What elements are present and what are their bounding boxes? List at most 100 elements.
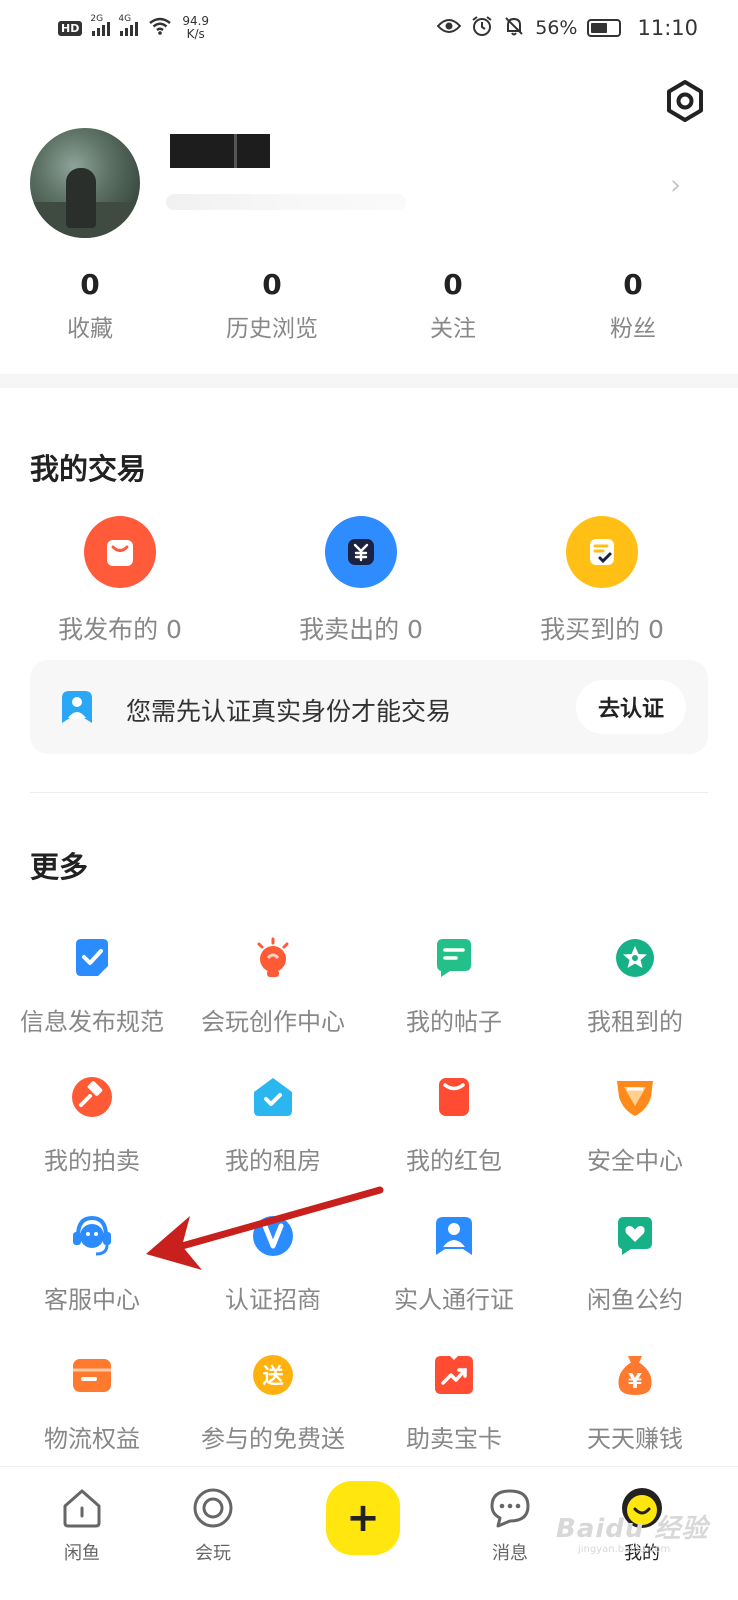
watermark: Baidu 经验 [556, 1514, 709, 1544]
stat-value: 0 [623, 268, 643, 301]
more-item-label: 实人通行证 [394, 1286, 514, 1314]
svg-text:送: 送 [263, 1364, 285, 1388]
stat-value: 0 [80, 268, 100, 301]
tab-messages[interactable]: 消息 [460, 1485, 560, 1565]
stat-label: 收藏 [67, 316, 113, 342]
section-separator [0, 374, 738, 388]
stat-value: 0 [443, 268, 463, 301]
more-item-convention[interactable]: 闲鱼公约 [543, 1212, 727, 1315]
heart-doc-icon [611, 1212, 659, 1260]
more-item-free-giveaway[interactable]: 送 参与的免费送 [181, 1351, 365, 1454]
box-icon [68, 1351, 116, 1399]
stat-label: 历史浏览 [226, 316, 318, 342]
settings-button[interactable] [662, 80, 708, 126]
house-icon [249, 1073, 297, 1121]
trade-bought[interactable]: 我买到的 0 [482, 516, 722, 646]
hd-badge: HD [58, 20, 83, 36]
chevron-right-icon[interactable]: › [670, 168, 681, 201]
more-item-security-center[interactable]: 安全中心 [543, 1073, 727, 1176]
more-item-my-posts[interactable]: 我的帖子 [362, 934, 546, 1037]
redacted-subtitle [166, 194, 406, 210]
stat-fans[interactable]: 0 粉丝 [553, 268, 713, 343]
stat-following[interactable]: 0 关注 [373, 268, 533, 343]
network-speed: 94.9 K/s [182, 14, 210, 41]
trade-published[interactable]: 我发布的 0 [0, 516, 240, 646]
status-bar: HD 2G 4G 94.9 K/s 56% 11:10 [0, 0, 738, 56]
trend-card-icon [430, 1351, 478, 1399]
tab-label: 闲鱼 [64, 1543, 100, 1564]
battery-icon [587, 19, 622, 37]
receipt-icon [566, 516, 638, 588]
divider [30, 792, 708, 793]
money-bag-icon: ¥ [611, 1351, 659, 1399]
tab-home[interactable]: 闲鱼 [32, 1485, 132, 1565]
more-item-real-person-pass[interactable]: 实人通行证 [362, 1212, 546, 1315]
tab-label: 会玩 [195, 1543, 231, 1564]
yuan-icon [325, 516, 397, 588]
more-item-label: 认证招商 [225, 1286, 321, 1314]
svg-text:¥: ¥ [628, 1369, 642, 1393]
publish-button[interactable]: + [326, 1481, 400, 1555]
more-item-label: 我的红包 [406, 1147, 502, 1175]
more-item-label: 信息发布规范 [20, 1008, 164, 1036]
person-pass-icon [430, 1212, 478, 1260]
more-item-logistics[interactable]: 物流权益 [0, 1351, 184, 1454]
eye-icon [436, 17, 462, 40]
stat-label: 粉丝 [610, 316, 656, 342]
status-left: HD 2G 4G 94.9 K/s [58, 14, 210, 41]
trade-label: 我发布的 0 [58, 615, 182, 644]
star-badge-icon [611, 934, 659, 982]
gavel-icon [68, 1073, 116, 1121]
stat-label: 关注 [430, 316, 476, 342]
more-item-label: 闲鱼公约 [587, 1286, 683, 1314]
watermark-url: jingyan.baidu.com [578, 1544, 671, 1555]
red-envelope-icon [430, 1073, 478, 1121]
more-item-rental-house[interactable]: 我的租房 [181, 1073, 365, 1176]
more-item-label: 我租到的 [587, 1008, 683, 1036]
stat-favorites[interactable]: 0 收藏 [10, 268, 170, 343]
target-icon [190, 1485, 236, 1531]
clock: 11:10 [637, 16, 698, 40]
trade-label: 我买到的 0 [540, 615, 664, 644]
more-item-auction[interactable]: 我的拍卖 [0, 1073, 184, 1176]
trade-section-title: 我的交易 [30, 452, 147, 486]
hexagon-gear-icon [663, 79, 707, 127]
alarm-icon [471, 15, 493, 42]
more-item-label: 安全中心 [587, 1147, 683, 1175]
more-item-label: 参与的免费送 [201, 1425, 345, 1453]
more-item-certified-merchant[interactable]: 认证招商 [181, 1212, 365, 1315]
more-section-title: 更多 [30, 850, 89, 884]
more-item-label: 我的拍卖 [44, 1147, 140, 1175]
identity-verify-banner: 您需先认证真实身份才能交易 去认证 [30, 660, 708, 754]
more-item-label: 我的租房 [225, 1147, 321, 1175]
stat-history[interactable]: 0 历史浏览 [192, 268, 352, 343]
more-item-red-envelope[interactable]: 我的红包 [362, 1073, 546, 1176]
gift-send-icon: 送 [249, 1351, 297, 1399]
headset-icon [68, 1212, 116, 1260]
wifi-icon [148, 17, 172, 40]
check-doc-icon [68, 934, 116, 982]
more-item-post-rules[interactable]: 信息发布规范 [0, 934, 184, 1037]
signal-icon: 2G [90, 14, 111, 36]
verify-button[interactable]: 去认证 [576, 680, 686, 734]
more-item-creator-center[interactable]: 会玩创作中心 [181, 934, 365, 1037]
bulb-icon [249, 934, 297, 982]
mute-bell-icon [503, 15, 525, 42]
more-item-label: 会玩创作中心 [201, 1008, 345, 1036]
avatar[interactable] [30, 128, 140, 238]
more-item-label: 天天赚钱 [587, 1425, 683, 1453]
more-item-label: 物流权益 [44, 1425, 140, 1453]
chat-bubble-icon [487, 1485, 533, 1531]
home-icon [59, 1485, 105, 1531]
profile-header[interactable]: › [30, 128, 710, 238]
trade-sold[interactable]: 我卖出的 0 [241, 516, 481, 646]
tab-play[interactable]: 会玩 [163, 1485, 263, 1565]
more-item-daily-earn[interactable]: ¥ 天天赚钱 [543, 1351, 727, 1454]
shield-icon [611, 1073, 659, 1121]
redacted-username [170, 134, 270, 168]
more-item-rented[interactable]: 我租到的 [543, 934, 727, 1037]
tab-label: 消息 [492, 1543, 528, 1564]
v-badge-icon [249, 1212, 297, 1260]
more-item-customer-service[interactable]: 客服中心 [0, 1212, 184, 1315]
more-item-sell-boost-card[interactable]: 助卖宝卡 [362, 1351, 546, 1454]
